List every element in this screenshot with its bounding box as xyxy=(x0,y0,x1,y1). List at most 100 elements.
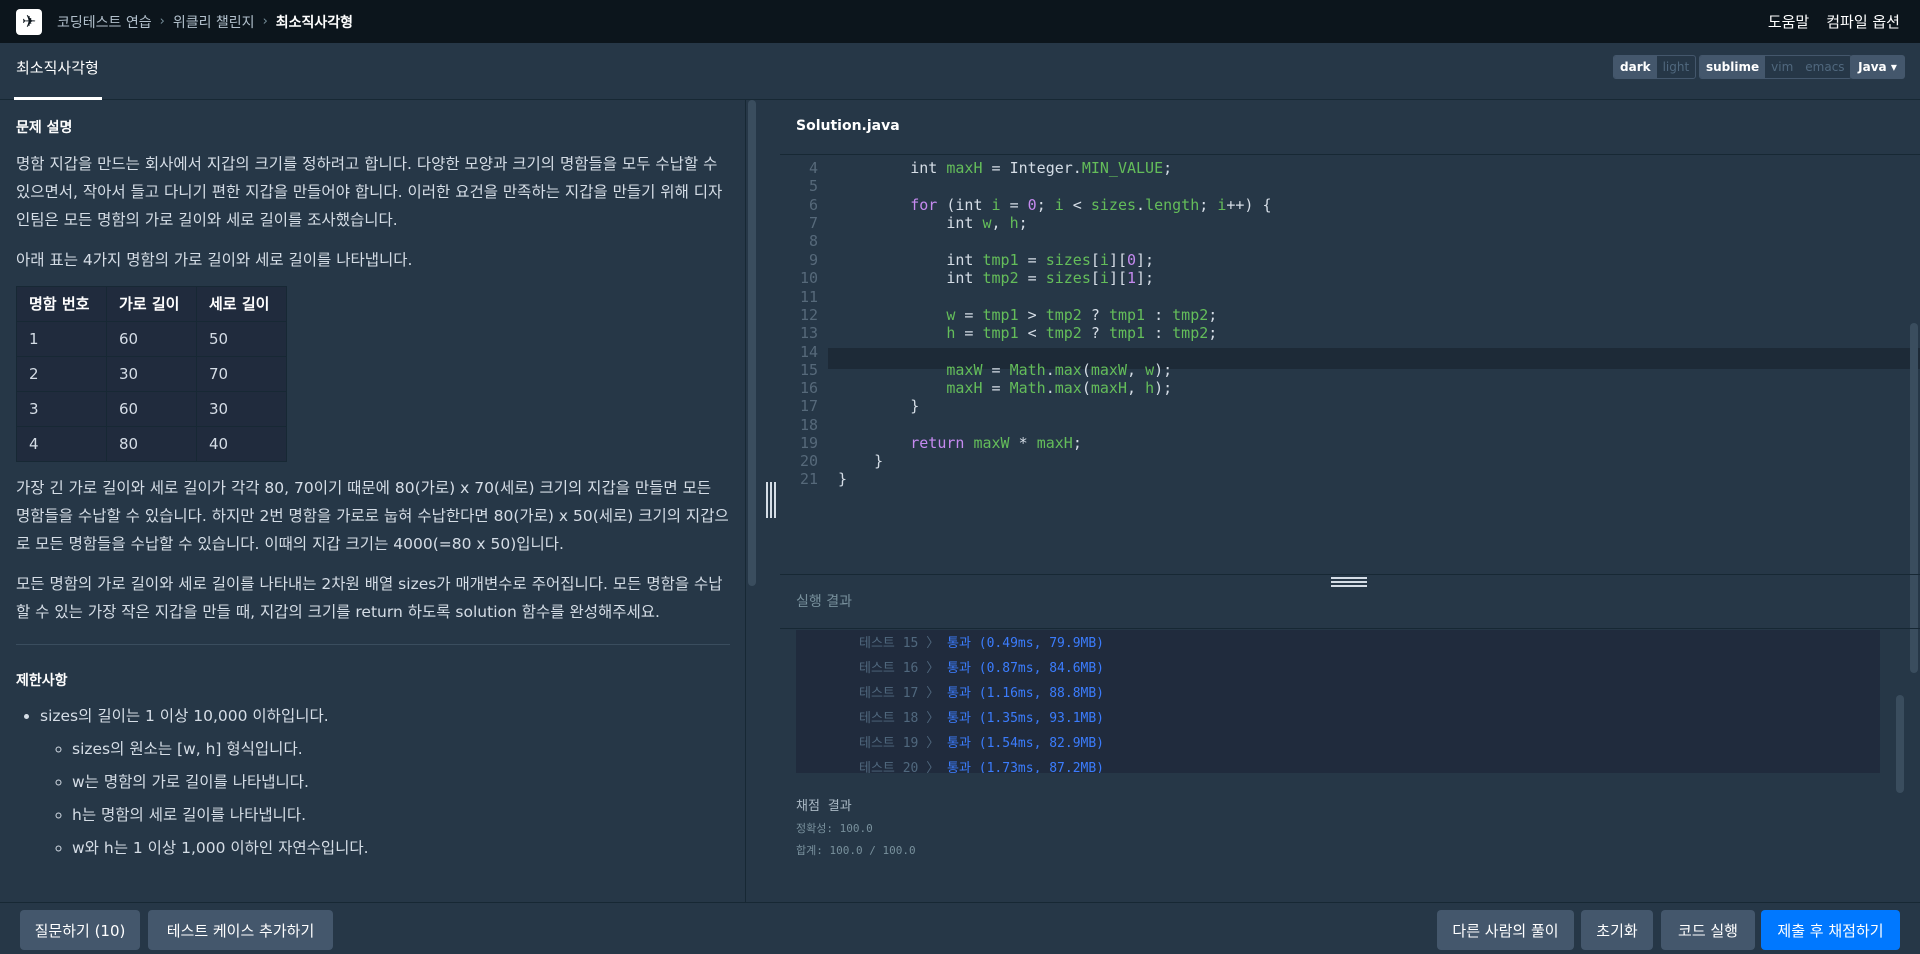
table-cell: 30 xyxy=(196,391,287,427)
tab-problem[interactable]: 최소직사각형 xyxy=(16,57,99,78)
test-pass-result: 통과 (0.87ms, 84.6MB) xyxy=(947,661,1105,676)
paragraph: 명함 지갑을 만드는 회사에서 지갑의 크기를 정하려고 합니다. 다양한 모양… xyxy=(16,155,723,229)
constraint-item: h는 명함의 세로 길이를 나타냅니다. xyxy=(72,802,730,829)
problem-panel: 문제 설명 명함 지갑을 만드는 회사에서 지갑의 크기를 정하려고 합니다. … xyxy=(0,100,746,902)
constraint-item: w는 명함의 가로 길이를 나타냅니다. xyxy=(72,769,730,796)
chevron-right-icon: › xyxy=(262,14,268,29)
horizontal-grip-icon[interactable] xyxy=(1331,577,1367,587)
reset-button[interactable]: 초기화 xyxy=(1581,910,1653,950)
constraint-item: sizes의 길이는 1 이상 10,000 이하입니다. xyxy=(40,703,730,730)
divider xyxy=(16,644,730,645)
grade-title: 채점 결과 xyxy=(796,799,852,814)
table-cell: 70 xyxy=(196,356,287,392)
keymap-vim-button[interactable]: vim xyxy=(1765,56,1799,78)
table-cell: 2 xyxy=(16,356,107,392)
line-number: 9 xyxy=(808,251,818,269)
line-number: 15 xyxy=(799,361,818,379)
chevron-right-icon: 〉 xyxy=(918,711,948,726)
table-cell: 50 xyxy=(196,321,287,357)
test-pass-result: 통과 (0.49ms, 79.9MB) xyxy=(947,636,1105,651)
line-number: 17 xyxy=(799,397,818,415)
chevron-right-icon: 〉 xyxy=(918,686,948,701)
test-result-row: 테스트 15 〉 통과 (0.49ms, 79.9MB) xyxy=(859,632,1104,651)
help-link[interactable]: 도움말 xyxy=(1768,11,1809,32)
test-result-row: 테스트 16 〉 통과 (0.87ms, 84.6MB) xyxy=(859,657,1104,676)
section-title-description: 문제 설명 xyxy=(16,120,73,136)
section-title-constraints: 제한사항 xyxy=(16,673,68,689)
table-row: 3 60 30 xyxy=(16,391,287,427)
test-pass-result: 통과 (1.16ms, 88.8MB) xyxy=(947,686,1105,701)
line-number: 8 xyxy=(808,232,818,250)
table-cell: 30 xyxy=(106,356,197,392)
line-number: 6 xyxy=(808,196,818,214)
test-label: 테스트 19 xyxy=(859,736,919,751)
table-cell: 1 xyxy=(16,321,107,357)
line-number: 16 xyxy=(799,379,818,397)
breadcrumb-coding-test[interactable]: 코딩테스트 연습 xyxy=(57,12,152,32)
run-code-button[interactable]: 코드 실행 xyxy=(1661,910,1755,950)
problem-toolbar: 최소직사각형 dark light sublime vim emacs xyxy=(0,43,1920,100)
editor-panel: Solution.java 4 5 6 7 8 9 10 11 12 13 14 15 16 17 18 19… xyxy=(780,100,1920,902)
theme-dark-button[interactable]: dark xyxy=(1614,56,1657,78)
card-size-table: 명함 번호 가로 길이 세로 길이 1 60 50 2 30 70 3 60 30 4 80 4… xyxy=(16,286,287,462)
test-result-row: 테스트 18 〉 통과 (1.35ms, 93.1MB) xyxy=(859,707,1104,726)
total-score: 합계: 100.0 / 100.0 xyxy=(796,844,916,857)
breadcrumb: 코딩테스트 연습 › 위클리 챌린지 › 최소직사각형 xyxy=(57,12,353,32)
line-number: 13 xyxy=(799,324,818,342)
results-scrollbar[interactable] xyxy=(1896,695,1904,793)
keymap-emacs-button[interactable]: emacs xyxy=(1799,56,1850,78)
test-label: 테스트 18 xyxy=(859,711,919,726)
bottom-action-bar: 질문하기 (10) 테스트 케이스 추가하기 다른 사람의 풀이 초기화 코드 … xyxy=(0,902,1920,954)
table-row: 2 30 70 xyxy=(16,356,287,392)
table-row: 1 60 50 xyxy=(16,321,287,357)
line-number: 20 xyxy=(799,452,818,470)
line-number: 18 xyxy=(799,416,818,434)
submit-button[interactable]: 제출 후 채점하기 xyxy=(1761,910,1900,950)
table-header: 가로 길이 xyxy=(106,286,197,322)
constraint-item: w와 h는 1 이상 1,000 이하인 자연수입니다. xyxy=(72,835,730,862)
chevron-right-icon: 〉 xyxy=(918,736,948,751)
table-header: 세로 길이 xyxy=(196,286,287,322)
table-cell: 40 xyxy=(196,426,287,462)
code-editor[interactable]: 4 5 6 7 8 9 10 11 12 13 14 15 16 17 18 19 20 21 int maxH … xyxy=(780,154,1920,574)
paragraph: 아래 표는 4가지 명함의 가로 길이와 세로 길이를 나타냅니다. xyxy=(16,251,413,269)
problem-scrollbar[interactable] xyxy=(748,100,756,586)
line-number: 5 xyxy=(808,177,818,195)
programmers-logo-icon[interactable]: ✈ xyxy=(16,8,42,35)
language-dropdown[interactable]: Java ▾ xyxy=(1850,55,1905,79)
test-label: 테스트 15 xyxy=(859,636,919,651)
constraints-list: sizes의 길이는 1 이상 10,000 이하입니다. sizes의 원소는… xyxy=(40,703,730,862)
constraint-item: sizes의 원소는 [w, h] 형식입니다. xyxy=(72,736,730,763)
breadcrumb-weekly-challenge[interactable]: 위클리 챌린지 xyxy=(173,12,255,32)
others-solutions-button[interactable]: 다른 사람의 풀이 xyxy=(1437,910,1574,950)
test-label: 테스트 20 xyxy=(859,761,919,773)
paragraph: 모든 명함의 가로 길이와 세로 길이를 나타내는 2차원 배열 sizes가 … xyxy=(16,575,723,621)
test-pass-result: 통과 (1.54ms, 82.9MB) xyxy=(947,736,1105,751)
line-number: 21 xyxy=(799,470,818,488)
keymap-sublime-button[interactable]: sublime xyxy=(1700,56,1766,78)
chevron-right-icon: 〉 xyxy=(918,636,948,651)
line-number: 14 xyxy=(799,343,818,361)
test-result-row: 테스트 20 〉 통과 (1.73ms, 87.2MB) xyxy=(859,757,1104,773)
add-testcase-button[interactable]: 테스트 케이스 추가하기 xyxy=(148,910,333,950)
breadcrumb-current: 최소직사각형 xyxy=(275,14,354,31)
compile-options-link[interactable]: 컴파일 옵션 xyxy=(1826,11,1900,32)
paragraph: 가장 긴 가로 길이와 세로 길이가 각각 80, 70이기 때문에 80(가로… xyxy=(16,479,729,553)
chevron-right-icon: 〉 xyxy=(918,761,948,773)
line-number: 19 xyxy=(799,434,818,452)
table-cell: 3 xyxy=(16,391,107,427)
table-header: 명함 번호 xyxy=(16,286,107,322)
line-number: 11 xyxy=(799,288,818,306)
caret-down-icon: ▾ xyxy=(1890,60,1897,74)
question-button[interactable]: 질문하기 (10) xyxy=(20,910,140,950)
top-navigation-bar: ✈ 코딩테스트 연습 › 위클리 챌린지 › 최소직사각형 도움말 컴파일 옵션 xyxy=(0,0,1920,43)
test-result-row: 테스트 19 〉 통과 (1.54ms, 82.9MB) xyxy=(859,732,1104,751)
line-number: 4 xyxy=(808,159,818,177)
theme-light-button[interactable]: light xyxy=(1657,56,1696,78)
file-name: Solution.java xyxy=(796,118,900,134)
test-label: 테스트 16 xyxy=(859,661,919,676)
table-cell: 4 xyxy=(16,426,107,462)
vertical-grip-icon[interactable] xyxy=(766,482,776,518)
line-number: 10 xyxy=(799,269,818,287)
table-cell: 60 xyxy=(106,321,197,357)
